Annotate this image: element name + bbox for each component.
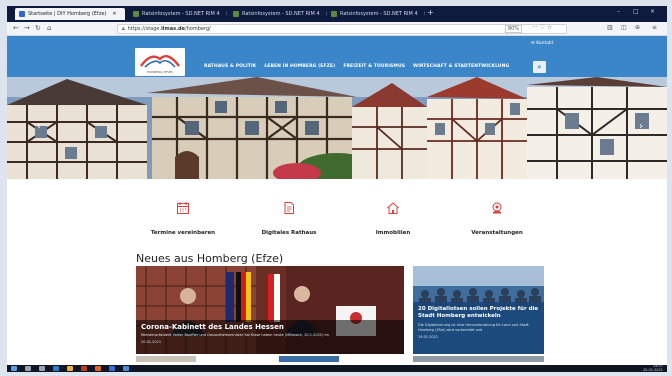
news-main-text: Ministerpräsident Volker Bouffier und Ge…: [141, 333, 329, 337]
next-news-thumb[interactable]: [413, 356, 544, 362]
favicon-icon: [19, 11, 25, 17]
address-bar[interactable]: 🔒︎ https://stage. ilmas.de/homberg/: [117, 24, 567, 34]
app-icon[interactable]: [123, 366, 129, 371]
system-tray[interactable]: 14:57 20.01.2021: [642, 364, 663, 372]
task-view-icon[interactable]: [39, 366, 45, 371]
clock-date: 20.01.2021: [642, 367, 663, 372]
maximize-button[interactable]: □: [633, 8, 639, 15]
close-tab-icon[interactable]: ✕: [226, 11, 227, 17]
news-card-digitallotsen[interactable]: 20 Digitallotsen sollen Projekte für die…: [413, 266, 544, 354]
browser-tab-strip: Startseite | DIY Homberg (Efze) ✕ Ratsin…: [7, 6, 667, 22]
quick-link-immobilien[interactable]: Immobilien: [343, 201, 443, 239]
logo-mark-icon: [140, 55, 180, 68]
browser-toolbar: ← → ↻ ⌂ 🔒︎ https://stage. ilmas.de/homber…: [7, 22, 667, 36]
event-icon: [492, 202, 502, 214]
news-caption: 20 Digitallotsen sollen Projekte für die…: [413, 302, 544, 354]
nav-wirtschaft-stadtentwicklung[interactable]: WIRTSCHAFT & STADTENTWICKLUNG: [413, 64, 509, 69]
news-side-date: 19.01.2021: [418, 335, 439, 339]
main-navigation: RATHAUS & POLITIK LEBEN IN HOMBERG (EFZE…: [204, 64, 509, 69]
quick-link-digitales-rathaus[interactable]: Digitales Rathaus: [239, 201, 339, 239]
hero-next-button[interactable]: ›: [639, 121, 643, 132]
site-header: HOMBERG (EFZE) ✉ Kontakt RATHAUS & POLIT…: [7, 36, 667, 77]
forward-icon[interactable]: →: [24, 24, 30, 32]
quick-link-label: Immobilien: [375, 230, 411, 236]
nav-leben-in-homberg[interactable]: LEBEN IN HOMBERG (EFZE): [264, 64, 335, 69]
library-icon[interactable]: ▥: [607, 24, 613, 31]
tab-label: Ratsinfosystem - SD.NET RIM 4: [142, 11, 220, 17]
browser-tab-ratsinfo-1[interactable]: Ratsinfosystem - SD.NET RIM 4 ✕: [129, 8, 227, 20]
back-icon[interactable]: ←: [13, 24, 19, 32]
quick-link-veranstaltungen[interactable]: Veranstaltungen: [447, 201, 547, 239]
page-actions-icon[interactable]: ··· ♡ ☆: [532, 24, 552, 31]
nav-freizeit-tourismus[interactable]: FREIZEIT & TOURISMUS: [343, 64, 405, 69]
quick-link-label: Veranstaltungen: [471, 230, 523, 236]
zoom-level[interactable]: 80%: [505, 25, 523, 33]
quick-links: Termine vereinbaren Digitales Rathaus Im…: [7, 179, 667, 251]
quick-link-label: Digitales Rathaus: [261, 230, 317, 236]
new-tab-button[interactable]: +: [427, 8, 434, 17]
logo-text: HOMBERG (EFZE): [146, 70, 174, 74]
firefox-icon[interactable]: [95, 366, 101, 371]
explorer-icon[interactable]: [67, 366, 73, 371]
search-taskbar-icon[interactable]: [25, 366, 31, 371]
search-button[interactable]: ⌕: [533, 61, 546, 73]
favicon-icon: [133, 11, 139, 17]
next-news-thumb[interactable]: [136, 356, 196, 362]
news-side-text: Die Digitalisierung ist eine Herausforde…: [418, 323, 529, 332]
home-icon[interactable]: ⌂: [47, 24, 51, 32]
sidebar-icon[interactable]: ◫: [621, 24, 627, 31]
news-side-title: 20 Digitallotsen sollen Projekte für die…: [418, 306, 539, 319]
browser-tab-ratsinfo-3[interactable]: Ratsinfosystem - SD.NET RIM 4 ✕: [327, 8, 425, 20]
hero-banner: ‹ ›: [7, 77, 667, 179]
news-main-title: Corona-Kabinett des Landes Hessen: [141, 323, 284, 331]
favicon-icon: [331, 11, 337, 17]
nav-rathaus-politik[interactable]: RATHAUS & POLITIK: [204, 64, 256, 69]
screen-frame: Startseite | DIY Homberg (Efze) ✕ Ratsin…: [7, 6, 667, 372]
browser-tab-startseite[interactable]: Startseite | DIY Homberg (Efze) ✕: [15, 8, 125, 20]
tab-label: Ratsinfosystem - SD.NET RIM 4: [340, 11, 418, 17]
minimize-button[interactable]: –: [617, 8, 620, 15]
edge-icon[interactable]: [53, 366, 59, 371]
house-icon: [387, 202, 399, 214]
news-caption: Corona-Kabinett des Landes Hessen Minist…: [136, 320, 404, 354]
news-main-date: 20.01.2021: [141, 340, 162, 344]
start-icon[interactable]: [11, 366, 17, 371]
url-path: /homberg/: [184, 26, 211, 32]
url-prefix: https://stage.: [127, 26, 162, 32]
acrobat-icon[interactable]: [81, 366, 87, 371]
site-logo[interactable]: HOMBERG (EFZE): [135, 48, 185, 76]
url-domain: ilmas.de: [161, 26, 185, 32]
quick-link-termine[interactable]: Termine vereinbaren: [133, 201, 233, 239]
tab-label: Startseite | DIY Homberg (Efze): [28, 11, 107, 17]
tab-label: Ratsinfosystem - SD.NET RIM 4: [242, 11, 320, 17]
browser-tab-ratsinfo-2[interactable]: Ratsinfosystem - SD.NET RIM 4 ✕: [229, 8, 327, 20]
search-icon: ⌕: [537, 63, 542, 71]
news-section-title: Neues aus Homberg (Efze): [136, 252, 284, 265]
app-icon[interactable]: [109, 366, 115, 371]
lock-icon: 🔒︎: [122, 26, 125, 32]
close-tab-icon[interactable]: ✕: [112, 11, 116, 17]
windows-taskbar: 14:57 20.01.2021: [7, 364, 667, 372]
menu-icon[interactable]: ≡: [652, 24, 657, 31]
extension-icon[interactable]: ⊕: [635, 24, 640, 31]
close-window-button[interactable]: ×: [650, 8, 655, 15]
calendar-icon: [177, 202, 189, 214]
hero-prev-button[interactable]: ‹: [37, 121, 41, 132]
close-tab-icon[interactable]: ✕: [424, 11, 425, 17]
quick-link-label: Termine vereinbaren: [150, 230, 216, 236]
half-timbered-houses-image: [7, 77, 667, 179]
reload-icon[interactable]: ↻: [35, 24, 41, 32]
news-card-corona[interactable]: Corona-Kabinett des Landes Hessen Minist…: [136, 266, 404, 354]
contact-link[interactable]: ✉ Kontakt: [531, 41, 553, 46]
favicon-icon: [233, 11, 239, 17]
next-news-thumb[interactable]: [279, 356, 339, 362]
document-icon: [284, 202, 294, 214]
